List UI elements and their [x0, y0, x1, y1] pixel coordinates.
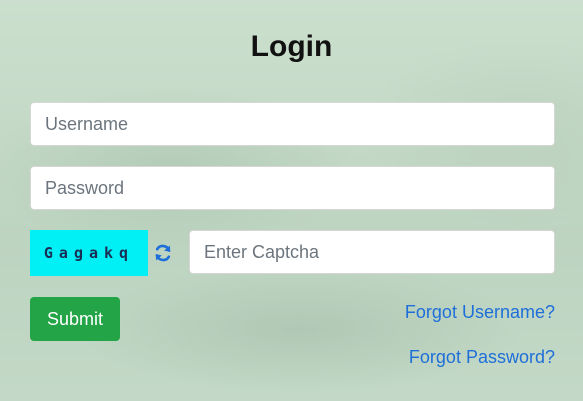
submit-button[interactable]: Submit	[30, 297, 120, 341]
captcha-text: Gagakq	[43, 244, 135, 262]
forgot-password-link[interactable]: Forgot Password?	[409, 347, 555, 368]
captcha-image: Gagakq	[30, 230, 148, 276]
refresh-icon-graphic	[155, 244, 171, 262]
username-input[interactable]	[30, 102, 555, 146]
password-input[interactable]	[30, 166, 555, 210]
refresh-icon[interactable]	[153, 243, 173, 263]
login-panel: Login Gagakq Submit Forgot Username? For…	[0, 0, 583, 401]
captcha-input[interactable]	[189, 230, 555, 274]
page-title: Login	[250, 30, 333, 63]
forgot-username-link[interactable]: Forgot Username?	[405, 302, 555, 323]
